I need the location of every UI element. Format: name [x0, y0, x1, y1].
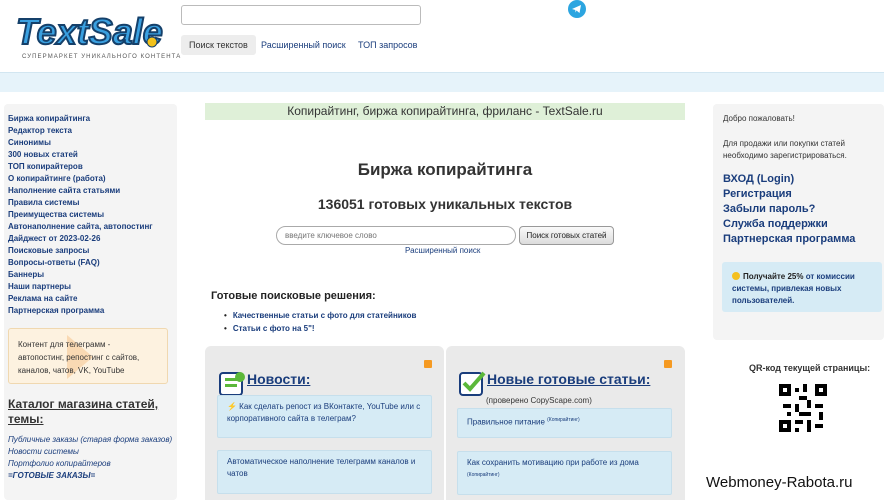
- registration-note: Для продажи или покупки статей необходим…: [723, 139, 847, 160]
- site-logo[interactable]: TextSale СУПЕРМАРКЕТ УНИКАЛЬНОГО КОНТЕНТ…: [12, 4, 180, 64]
- nav-item-site-filling[interactable]: Наполнение сайта статьями: [8, 185, 178, 197]
- advanced-search-link[interactable]: Расширенный поиск: [405, 246, 480, 255]
- nav-item-faq[interactable]: Вопросы-ответы (FAQ): [8, 257, 178, 269]
- page-title: Биржа копирайтинга: [357, 160, 533, 179]
- promo-bold: Получайте 25%: [743, 272, 804, 281]
- nav-item-top-writers[interactable]: ТОП копирайтеров: [8, 161, 178, 173]
- logo-tagline: СУПЕРМАРКЕТ УНИКАЛЬНОГО КОНТЕНТА: [22, 54, 182, 60]
- qr-code: [779, 384, 827, 432]
- catalog-list: Публичные заказы (старая форма заказов) …: [8, 434, 173, 482]
- textsale-logo-graphic: TextSale: [15, 10, 164, 53]
- nav-item-advertising[interactable]: Реклама на сайте: [8, 293, 178, 305]
- ready-solution-item[interactable]: Качественные статьи с фото для статейник…: [224, 309, 417, 322]
- telegram-icon[interactable]: [568, 0, 586, 18]
- catalog-item[interactable]: Публичные заказы (старая форма заказов): [8, 434, 173, 446]
- ready-solution-item[interactable]: Статьи с фото на 5"!: [224, 322, 416, 335]
- login-link[interactable]: ВХОД (Login): [723, 172, 855, 187]
- watermark: Webmoney-Rabota.ru: [706, 474, 853, 491]
- article-tag: (Копирайтинг): [547, 417, 580, 423]
- new-articles-title[interactable]: Новые готовые статьи:: [487, 371, 650, 387]
- svg-text:TextSale: TextSale: [16, 11, 163, 52]
- articles-icon: [458, 369, 486, 397]
- tab-text-search[interactable]: Поиск текстов: [181, 35, 256, 55]
- rss-icon[interactable]: [664, 360, 672, 368]
- news-item[interactable]: Автоматическое наполнение телеграмм кана…: [217, 450, 432, 494]
- tab-top-queries[interactable]: ТОП запросов: [350, 35, 425, 55]
- rss-icon[interactable]: [424, 360, 432, 368]
- nav-item-affiliate[interactable]: Партнерская программа: [8, 305, 178, 317]
- news-title[interactable]: Новости:: [247, 371, 310, 387]
- keyword-search-input[interactable]: [276, 226, 516, 245]
- catalog-item[interactable]: =ГОТОВЫЕ ЗАКАЗЫ=: [8, 470, 173, 482]
- nav-item-editor[interactable]: Редактор текста: [8, 125, 178, 137]
- nav-item-about[interactable]: О копирайтинге (работа): [8, 173, 178, 185]
- tab-advanced-search[interactable]: Расширенный поиск: [253, 35, 354, 55]
- coin-icon: [732, 272, 740, 280]
- texts-count: 136051 готовых уникальных текстов: [317, 196, 573, 212]
- copyscape-note: (проверено CopyScape.com): [486, 396, 592, 405]
- catalog-item[interactable]: Портфолио копирайтеров: [8, 458, 173, 470]
- news-item[interactable]: ⚡ Как сделать репост из ВКонтакте, YouTu…: [217, 395, 432, 438]
- telegram-promo-text: Контент для телеграмм - автопостинг, реп…: [18, 340, 140, 375]
- header-band: [0, 72, 884, 92]
- article-item[interactable]: Как сохранить мотивацию при работе из до…: [457, 451, 672, 495]
- left-nav: Биржа копирайтинга Редактор текста Синон…: [8, 113, 178, 317]
- qr-label: QR-код текущей страницы:: [749, 363, 871, 373]
- nav-item-exchange[interactable]: Биржа копирайтинга: [8, 113, 178, 125]
- affiliate-link[interactable]: Партнерская программа: [723, 232, 855, 247]
- welcome-text: Добро пожаловать!: [723, 114, 795, 123]
- article-title: Правильное питание: [467, 417, 545, 427]
- search-articles-button[interactable]: Поиск готовых статей: [519, 226, 614, 245]
- article-tag: (Копирайтинг): [467, 472, 500, 478]
- catalog-title: Каталог магазина статей, темы:: [8, 397, 159, 426]
- article-item[interactable]: Правильное питание (Копирайтинг): [457, 408, 672, 438]
- header-search-input[interactable]: [181, 5, 421, 25]
- article-title: Как сохранить мотивацию при работе из до…: [467, 458, 639, 467]
- nav-item-synonyms[interactable]: Синонимы: [8, 137, 178, 149]
- telegram-promo-box[interactable]: Контент для телеграмм - автопостинг, реп…: [8, 328, 168, 384]
- nav-item-search-queries[interactable]: Поисковые запросы: [8, 245, 178, 257]
- account-links: ВХОД (Login) Регистрация Забыли пароль? …: [723, 172, 855, 247]
- news-icon: [218, 369, 246, 397]
- nav-item-partners[interactable]: Наши партнеры: [8, 281, 178, 293]
- nav-item-autoposting[interactable]: Автонаполнение сайта, автопостинг: [8, 221, 178, 233]
- ready-solutions-title: Готовые поисковые решения:: [211, 290, 376, 302]
- nav-item-banners[interactable]: Баннеры: [8, 269, 178, 281]
- ready-solutions-list: Качественные статьи с фото для статейник…: [224, 309, 417, 335]
- site-banner: Копирайтинг, биржа копирайтинга, фриланс…: [205, 103, 685, 120]
- support-link[interactable]: Служба поддержки: [723, 217, 855, 232]
- nav-item-digest[interactable]: Дайджест от 2023-02-26: [8, 233, 178, 245]
- affiliate-promo[interactable]: Получайте 25% от комиссии системы, привл…: [722, 262, 882, 312]
- forgot-password-link[interactable]: Забыли пароль?: [723, 202, 855, 217]
- nav-item-rules[interactable]: Правила системы: [8, 197, 178, 209]
- nav-item-new-articles[interactable]: 300 новых статей: [8, 149, 178, 161]
- register-link[interactable]: Регистрация: [723, 187, 855, 202]
- catalog-item[interactable]: Новости системы: [8, 446, 173, 458]
- nav-item-advantages[interactable]: Преимущества системы: [8, 209, 178, 221]
